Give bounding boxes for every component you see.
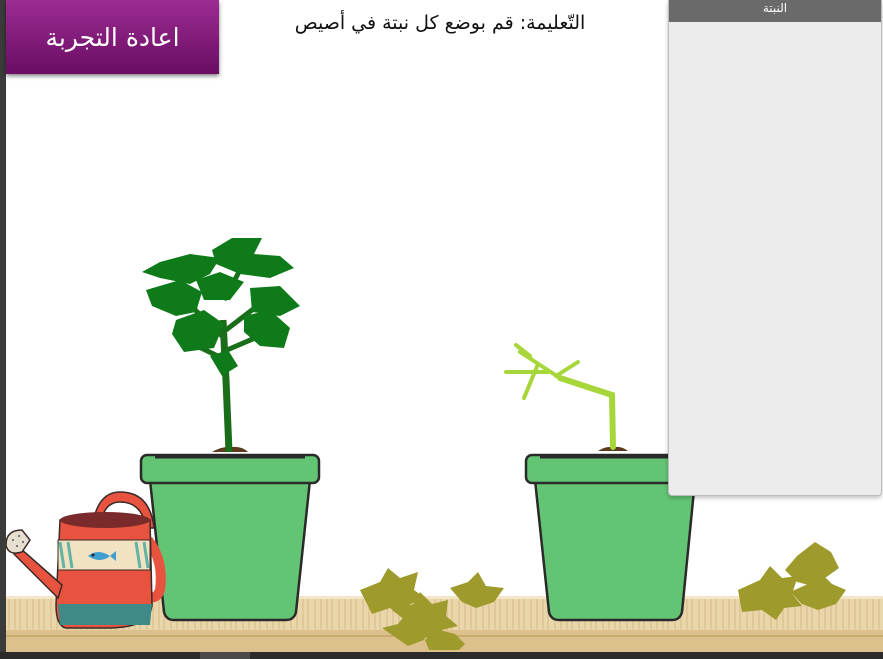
activity-stage: اعادة التجربة التّعليمة: قم بوضع كل نبتة…	[0, 0, 883, 659]
pale-sprout	[504, 343, 628, 451]
window-left-edge	[0, 0, 6, 659]
plant-panel-title: النبتة	[669, 0, 881, 22]
healthy-plant	[142, 238, 300, 453]
plant-drop-area[interactable]	[669, 22, 881, 495]
instruction-text: التّعليمة: قم بوضع كل نبتة في أصيص	[294, 12, 586, 34]
scrollbar-thumb[interactable]	[200, 652, 250, 659]
reset-experiment-button[interactable]: اعادة التجربة	[6, 0, 219, 74]
bottom-scrollbar[interactable]	[0, 652, 883, 659]
plant-panel: النبتة	[668, 0, 882, 496]
left-pot	[139, 453, 321, 622]
reset-button-label: اعادة التجربة	[45, 22, 180, 52]
